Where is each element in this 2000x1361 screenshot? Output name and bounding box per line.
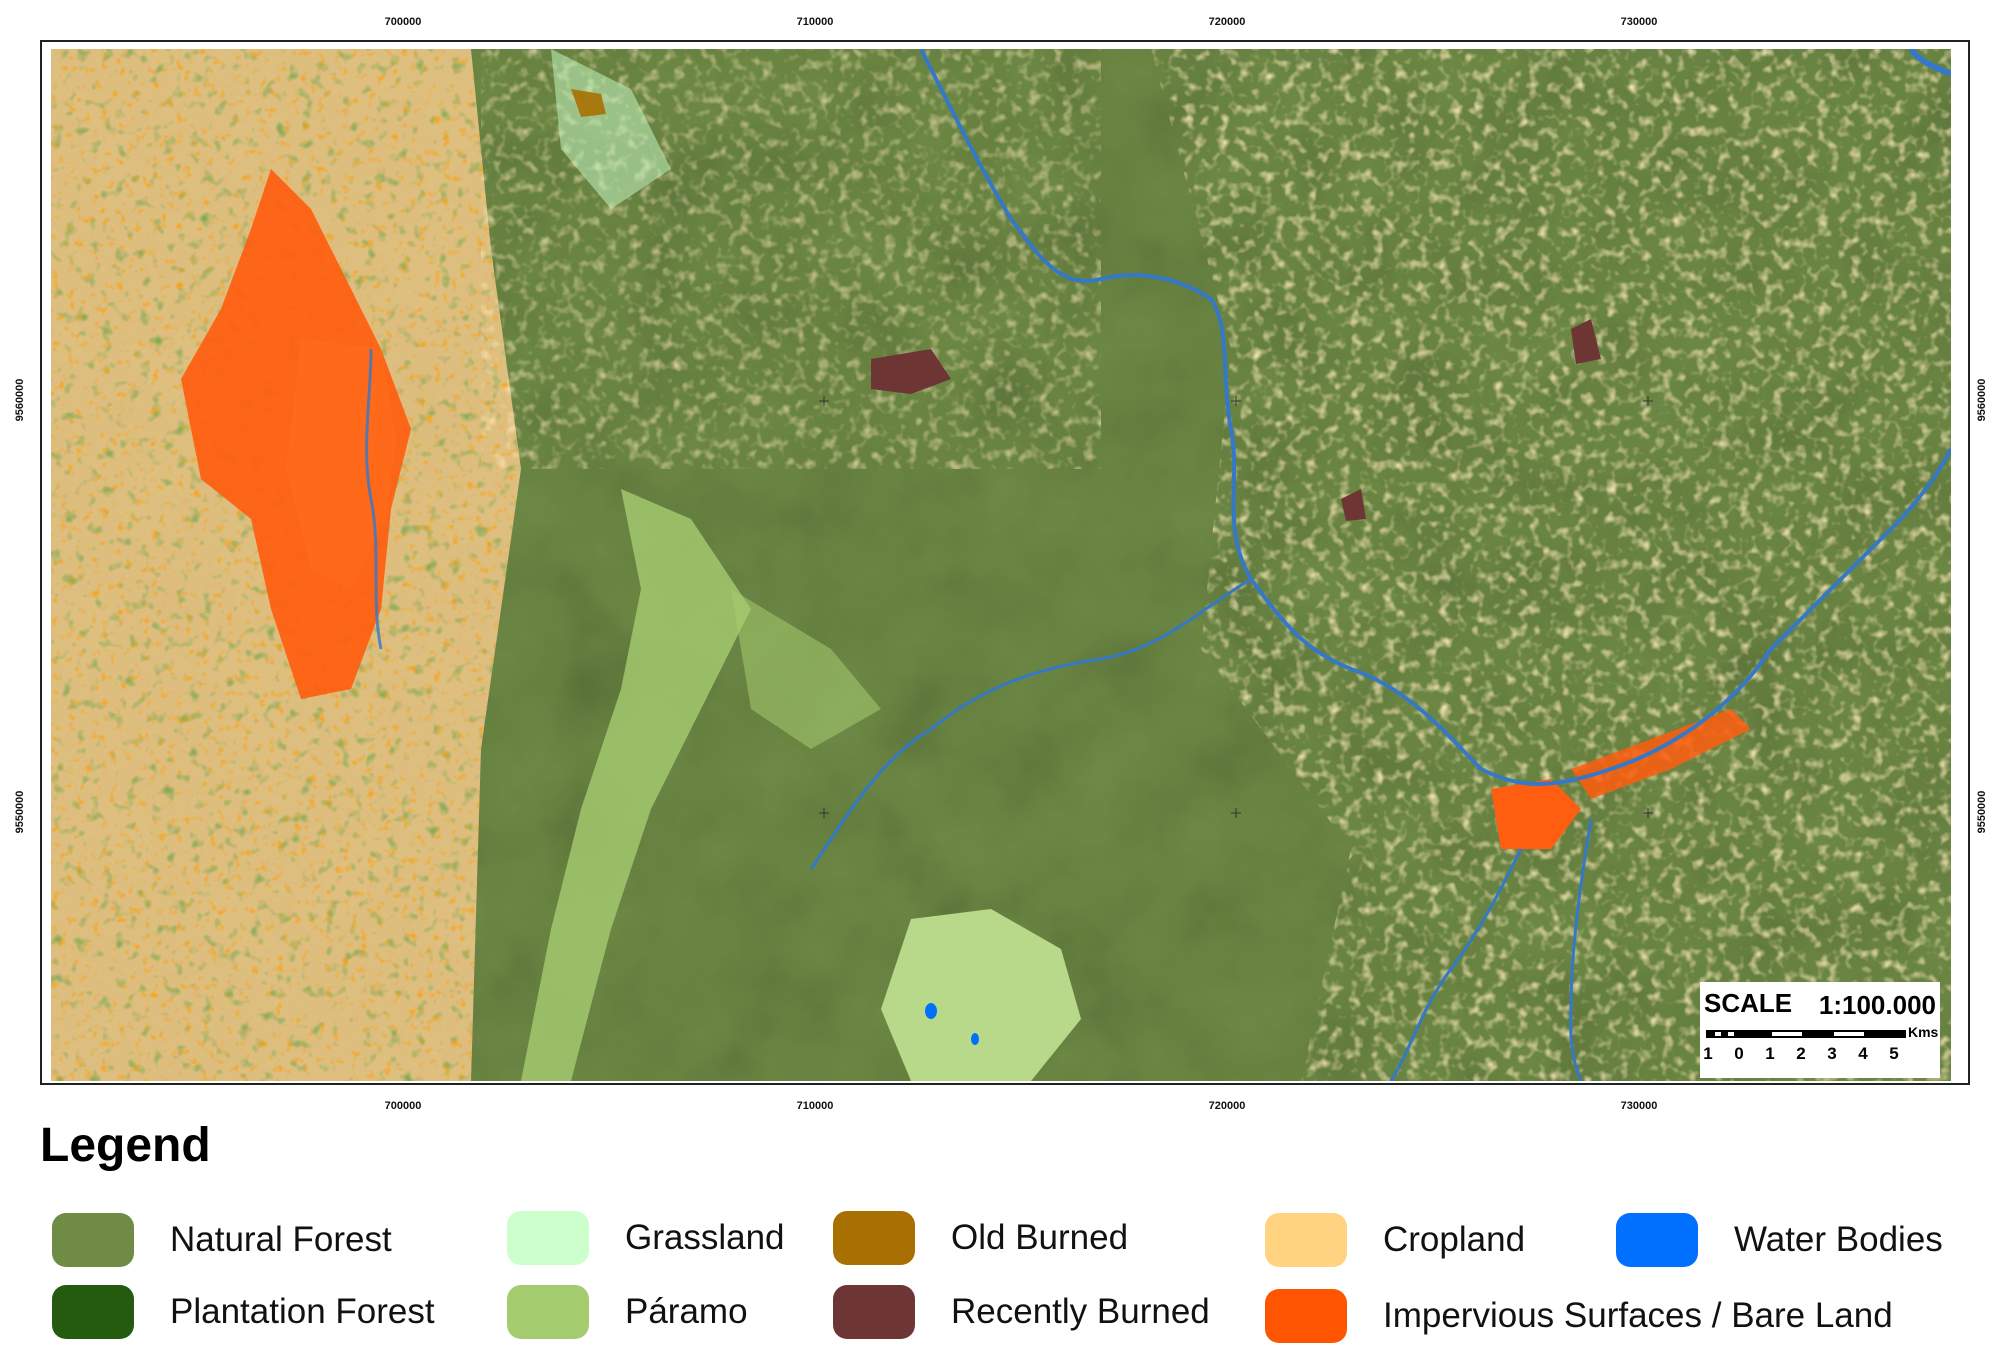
scale-label: SCALE xyxy=(1704,988,1793,1018)
legend-swatch xyxy=(507,1285,589,1339)
legend-label: Plantation Forest xyxy=(170,1292,435,1331)
legend-swatch xyxy=(52,1285,134,1339)
scale-tick: 2 xyxy=(1796,1044,1806,1063)
easting-label-top: 730000 xyxy=(1620,16,1658,28)
legend-swatch xyxy=(52,1213,134,1267)
legend-label: Water Bodies xyxy=(1734,1220,1943,1259)
legend-swatch xyxy=(833,1285,915,1339)
easting-label-top: 700000 xyxy=(384,16,422,28)
northing-label-right: 9560000 xyxy=(1976,378,1988,422)
northing-label-right: 9550000 xyxy=(1976,790,1988,834)
scale-ratio: 1:100.000 xyxy=(1818,990,1936,1020)
legend-label: Old Burned xyxy=(951,1218,1129,1257)
land-cover-map[interactable] xyxy=(51,49,1951,1081)
easting-label-bottom: 700000 xyxy=(384,1100,422,1112)
legend-label: Recently Burned xyxy=(951,1292,1210,1331)
scale-tick: 1 xyxy=(1765,1044,1775,1063)
scale-box: SCALE 1:100.000 Kms 1 0 1 2 3 4 5 xyxy=(1700,982,1940,1078)
lake-1 xyxy=(925,1003,937,1019)
legend-swatch xyxy=(833,1211,915,1265)
legend-swatch xyxy=(507,1211,589,1265)
legend-item-recently-burned: Recently Burned xyxy=(833,1284,1210,1340)
legend-swatch xyxy=(1265,1213,1347,1267)
legend-label: Cropland xyxy=(1383,1220,1526,1259)
legend-label: Natural Forest xyxy=(170,1220,392,1259)
legend-item-grassland: Grassland xyxy=(507,1210,785,1266)
scale-tick: 1 xyxy=(1703,1044,1713,1063)
legend-label: Impervious Surfaces / Bare Land xyxy=(1383,1296,1893,1335)
legend-item-cropland: Cropland xyxy=(1265,1212,1525,1268)
easting-label-bottom: 730000 xyxy=(1620,1100,1658,1112)
scale-tick: 0 xyxy=(1734,1044,1744,1063)
legend-item-plantation-forest: Plantation Forest xyxy=(52,1284,435,1340)
easting-label-bottom: 710000 xyxy=(796,1100,834,1112)
northing-label-left: 9560000 xyxy=(14,378,26,422)
easting-label-bottom: 720000 xyxy=(1208,1100,1246,1112)
legend-item-natural-forest: Natural Forest xyxy=(52,1212,392,1268)
scale-tick: 4 xyxy=(1858,1044,1868,1063)
easting-label-top: 710000 xyxy=(796,16,834,28)
legend-item-water-bodies: Water Bodies xyxy=(1616,1212,1943,1268)
legend-label: Grassland xyxy=(625,1218,785,1257)
legend-swatch xyxy=(1616,1213,1698,1267)
lake-2 xyxy=(971,1033,979,1045)
legend-item-paramo: Páramo xyxy=(507,1284,748,1340)
legend-title: Legend xyxy=(40,1119,211,1172)
northing-label-left: 9550000 xyxy=(14,790,26,834)
easting-label-top: 720000 xyxy=(1208,16,1246,28)
scale-units: Kms xyxy=(1908,1024,1939,1040)
legend-swatch xyxy=(1265,1289,1347,1343)
legend-label: Páramo xyxy=(625,1292,748,1331)
legend-item-old-burned: Old Burned xyxy=(833,1210,1128,1266)
legend-item-impervious-surfaces: Impervious Surfaces / Bare Land xyxy=(1265,1288,1893,1344)
scale-tick: 3 xyxy=(1827,1044,1837,1063)
scale-bar xyxy=(1706,1030,1906,1038)
scale-tick: 5 xyxy=(1889,1044,1899,1063)
